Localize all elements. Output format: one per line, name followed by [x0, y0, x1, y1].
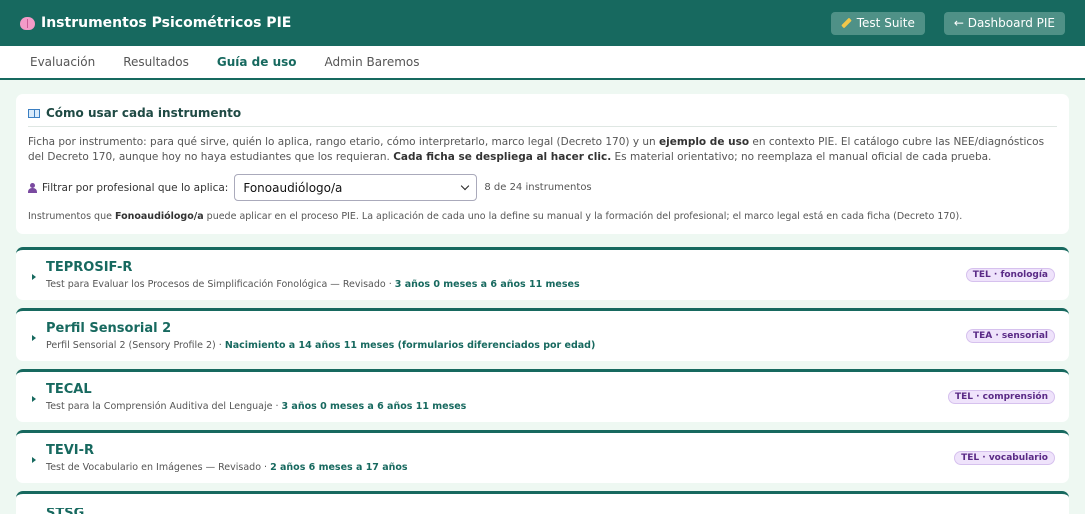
instrument-name: TEPROSIF-R	[46, 260, 133, 275]
guide-desc-bold: ejemplo de uso	[659, 136, 750, 148]
instrument-card-perfil-sensorial-2[interactable]: Perfil Sensorial 2 Perfil Sensorial 2 (S…	[16, 308, 1069, 361]
guide-title-text: Cómo usar cada instrumento	[46, 106, 242, 120]
note-bold: Fonoaudiólogo/a	[114, 211, 204, 222]
card-body: TEPROSIF-R Test para Evaluar los Proceso…	[46, 260, 966, 290]
instrument-badge: TEA · sensorial	[965, 329, 1055, 343]
tab-bar: Evaluación Resultados Guía de uso Admin …	[0, 46, 1085, 80]
instrument-full-name: Perfil Sensorial 2 (Sensory Profile 2) ·	[46, 340, 225, 351]
instrument-count: 8 de 24 instrumentos	[484, 182, 592, 193]
expand-caret-icon	[32, 335, 36, 341]
instrument-subtitle: Test para Evaluar los Procesos de Simpli…	[46, 279, 966, 290]
top-actions: Test Suite ← Dashboard PIE	[830, 11, 1065, 35]
card-body: STSG	[46, 508, 1055, 514]
instrument-subtitle: Test de Vocabulario en Imágenes — Revisa…	[46, 462, 954, 473]
instrument-subtitle: Perfil Sensorial 2 (Sensory Profile 2) ·…	[46, 340, 966, 351]
instrument-name: Perfil Sensorial 2	[46, 321, 172, 336]
app-brand: Instrumentos Psicométricos PIE	[20, 15, 291, 31]
professional-filter: Filtrar por profesional que lo aplica: F…	[28, 174, 1057, 201]
guide-desc-bold: Cada ficha se despliega al hacer clic.	[393, 151, 612, 163]
instrument-badge: TEL · vocabulario	[954, 451, 1055, 465]
expand-caret-icon	[32, 396, 36, 402]
instrument-name: TEVI-R	[46, 443, 95, 458]
tab-guia-de-uso[interactable]: Guía de uso	[202, 46, 311, 80]
note-part: puede aplicar en el proceso PIE. La apli…	[203, 211, 963, 222]
instrument-full-name: Test para la Comprensión Auditiva del Le…	[46, 401, 282, 412]
instrument-card-tevi-r[interactable]: TEVI-R Test de Vocabulario en Imágenes —…	[16, 430, 1069, 483]
instrument-age-range: 2 años 6 meses a 17 años	[270, 462, 408, 473]
instrument-age-range: Nacimiento a 14 años 11 meses (formulari…	[224, 340, 596, 351]
expand-caret-icon	[32, 457, 36, 463]
app-title: Instrumentos Psicométricos PIE	[41, 15, 292, 31]
instrument-full-name: Test para Evaluar los Procesos de Simpli…	[46, 279, 395, 290]
professional-select[interactable]: Fonoaudiólogo/a	[234, 174, 478, 201]
instrument-name: STSG	[46, 508, 1055, 514]
filter-label: Filtrar por profesional que lo aplica:	[42, 181, 229, 194]
person-icon	[28, 182, 37, 193]
tab-admin-baremos[interactable]: Admin Baremos	[311, 46, 434, 78]
guide-desc-part: Es material orientativo; no reemplaza el…	[611, 151, 992, 163]
instrument-card-tecal[interactable]: TECAL Test para la Comprensión Auditiva …	[16, 369, 1069, 422]
guide-desc-part: Ficha por instrumento: para qué sirve, q…	[28, 136, 660, 148]
instrument-card-stsg[interactable]: STSG	[16, 491, 1069, 514]
note-part: Instrumentos que	[28, 211, 115, 222]
instrument-badge: TEL · fonología	[965, 268, 1055, 282]
card-body: TECAL Test para la Comprensión Auditiva …	[46, 382, 948, 412]
brain-icon	[20, 16, 35, 30]
card-body: TEVI-R Test de Vocabulario en Imágenes —…	[46, 443, 954, 473]
card-body: Perfil Sensorial 2 Perfil Sensorial 2 (S…	[46, 321, 966, 351]
book-icon	[28, 108, 40, 118]
instrument-age-range: 3 años 0 meses a 6 años 11 meses	[281, 401, 467, 412]
chevron-down-icon	[461, 181, 470, 191]
expand-caret-icon	[32, 274, 36, 280]
test-suite-label: Test Suite	[856, 16, 915, 30]
guide-description: Ficha por instrumento: para qué sirve, q…	[28, 135, 1057, 165]
instrument-badge: TEL · comprensión	[947, 390, 1055, 404]
tab-evaluacion[interactable]: Evaluación	[16, 46, 109, 78]
guide-panel: Cómo usar cada instrumento Ficha por ins…	[16, 94, 1069, 234]
instrument-name: TECAL	[46, 382, 92, 397]
professional-select-value: Fonoaudiólogo/a	[243, 180, 343, 195]
filter-note: Instrumentos que Fonoaudiólogo/a puede a…	[28, 211, 1057, 222]
pencil-icon	[840, 17, 852, 29]
instrument-full-name: Test de Vocabulario en Imágenes — Revisa…	[46, 462, 271, 473]
instrument-age-range: 3 años 0 meses a 6 años 11 meses	[394, 279, 580, 290]
guide-title: Cómo usar cada instrumento	[28, 106, 1057, 127]
top-bar: Instrumentos Psicométricos PIE Test Suit…	[0, 0, 1085, 46]
instrument-subtitle: Test para la Comprensión Auditiva del Le…	[46, 401, 948, 412]
instrument-card-teprosif-r[interactable]: TEPROSIF-R Test para Evaluar los Proceso…	[16, 247, 1069, 300]
tab-resultados[interactable]: Resultados	[109, 46, 203, 78]
dashboard-button[interactable]: ← Dashboard PIE	[943, 11, 1065, 35]
test-suite-button[interactable]: Test Suite	[830, 11, 925, 35]
